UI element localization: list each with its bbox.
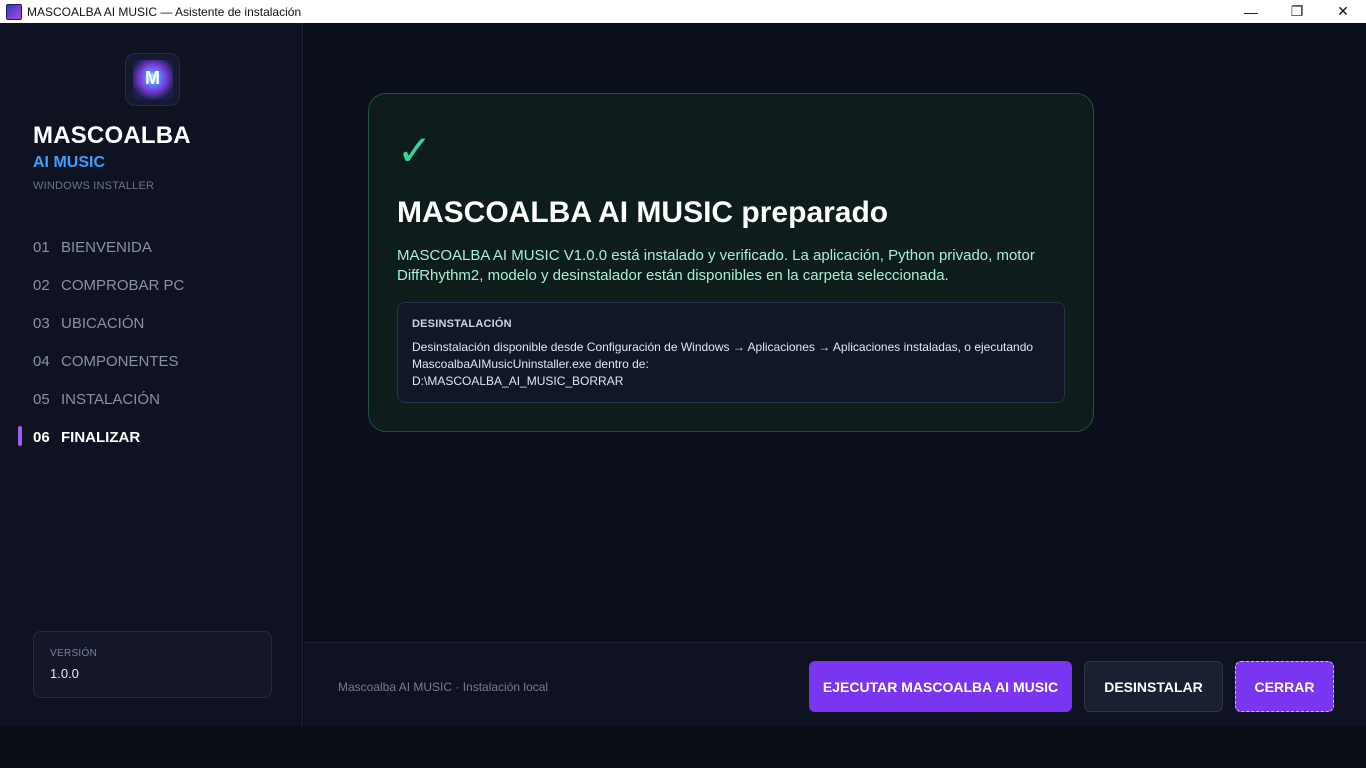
step-instalacion: 05 INSTALACIÓN (0, 380, 303, 418)
step-label: INSTALACIÓN (61, 390, 160, 408)
uninstall-text: Desinstalación disponible desde Configur… (412, 339, 1050, 390)
minimize-button[interactable]: — (1228, 0, 1274, 23)
footer-text: Mascoalba AI MUSIC · Instalación local (338, 680, 549, 694)
close-button[interactable]: CERRAR (1235, 661, 1334, 712)
step-bienvenida: 01 BIENVENIDA (0, 228, 303, 266)
step-label: COMPONENTES (61, 352, 179, 370)
step-label: FINALIZAR (61, 428, 141, 446)
uninstall-title: DESINSTALACIÓN (412, 318, 512, 330)
step-comprobar-pc: 02 COMPROBAR PC (0, 266, 303, 304)
uninstall-path: D:\MASCOALBA_AI_MUSIC_BORRAR (412, 374, 624, 388)
step-label: COMPROBAR PC (61, 276, 185, 294)
step-label: BIENVENIDA (61, 238, 152, 256)
steps-list: 01 BIENVENIDA 02 COMPROBAR PC 03 UBICACI… (0, 228, 303, 456)
uninstall-line: MascoalbaAIMusicUninstaller.exe dentro d… (412, 357, 649, 371)
brand-tagline: WINDOWS INSTALLER (33, 180, 155, 192)
logo-icon (132, 59, 173, 100)
uninstall-info-box: DESINSTALACIÓN Desinstalación disponible… (397, 302, 1065, 403)
step-finalizar: 06 FINALIZAR (0, 418, 303, 456)
app-icon (6, 3, 22, 20)
bottom-strip (0, 726, 1366, 768)
app-logo (125, 53, 180, 106)
run-app-button[interactable]: EJECUTAR MASCOALBA AI MUSIC (809, 661, 1072, 712)
main-content: ✓ MASCOALBA AI MUSIC preparado MASCOALBA… (304, 23, 1366, 642)
sidebar: MASCOALBA AI MUSIC WINDOWS INSTALLER 01 … (0, 23, 303, 726)
version-panel: VERSIÓN 1.0.0 (33, 631, 272, 698)
step-label: UBICACIÓN (61, 314, 145, 332)
uninstall-button[interactable]: DESINSTALAR (1084, 661, 1223, 712)
success-description: MASCOALBA AI MUSIC V1.0.0 está instalado… (397, 247, 1035, 284)
restore-button[interactable]: ❐ (1274, 0, 1320, 23)
close-window-button[interactable]: ✕ (1320, 0, 1366, 23)
success-card: ✓ MASCOALBA AI MUSIC preparado MASCOALBA… (368, 93, 1094, 432)
brand-name: MASCOALBA (33, 122, 191, 149)
version-label: VERSIÓN (50, 648, 98, 659)
step-number: 06 (33, 428, 50, 446)
uninstall-line: Desinstalación disponible desde Configur… (412, 340, 1034, 354)
page-title: MASCOALBA AI MUSIC preparado (397, 196, 889, 229)
step-number: 01 (33, 238, 50, 256)
window-title: MASCOALBA AI MUSIC — Asistente de instal… (27, 4, 302, 19)
step-number: 02 (33, 276, 50, 294)
version-value: 1.0.0 (50, 666, 79, 681)
step-number: 05 (33, 390, 50, 408)
footer-bar: Mascoalba AI MUSIC · Instalación local E… (304, 642, 1366, 726)
step-componentes: 04 COMPONENTES (0, 342, 303, 380)
check-icon: ✓ (397, 127, 433, 174)
step-number: 04 (33, 352, 50, 370)
step-ubicacion: 03 UBICACIÓN (0, 304, 303, 342)
step-number: 03 (33, 314, 50, 332)
window-titlebar: MASCOALBA AI MUSIC — Asistente de instal… (0, 0, 1366, 23)
brand-subtitle: AI MUSIC (33, 154, 105, 171)
